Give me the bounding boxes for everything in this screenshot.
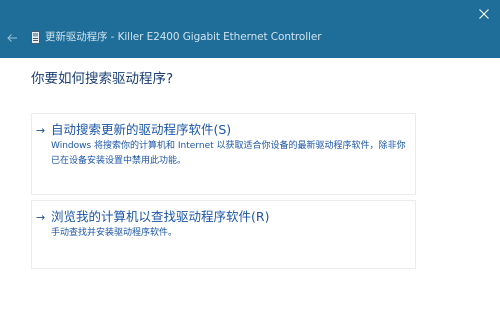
back-button[interactable]: [4, 31, 20, 45]
browse-computer-option-title: 浏览我的计算机以查找驱动程序软件(R): [51, 209, 270, 224]
page-title: 你要如何搜索驱动程序?: [31, 71, 174, 87]
window-title: 更新驱动程序 - Killer E2400 Gigabit Ethernet C…: [45, 31, 322, 43]
arrow-right-icon: →: [36, 124, 46, 137]
auto-search-option-title: 自动搜索更新的驱动程序软件(S): [51, 122, 232, 137]
arrow-left-icon: [7, 34, 17, 42]
close-button[interactable]: [468, 0, 500, 28]
browse-computer-option-description: 手动查找并安装驱动程序软件。: [51, 228, 178, 238]
header-bar: 更新驱动程序 - Killer E2400 Gigabit Ethernet C…: [0, 0, 500, 58]
device-icon: [31, 31, 40, 44]
browse-computer-option[interactable]: → 浏览我的计算机以查找驱动程序软件(R) 手动查找并安装驱动程序软件。: [31, 200, 416, 269]
close-icon: [479, 9, 489, 19]
auto-search-option[interactable]: → 自动搜索更新的驱动程序软件(S) Windows 将搜索你的计算机和 Int…: [31, 113, 416, 195]
arrow-right-icon: →: [36, 211, 46, 224]
auto-search-option-description: Windows 将搜索你的计算机和 Internet 以获取适合你设备的最新驱动…: [51, 141, 406, 166]
